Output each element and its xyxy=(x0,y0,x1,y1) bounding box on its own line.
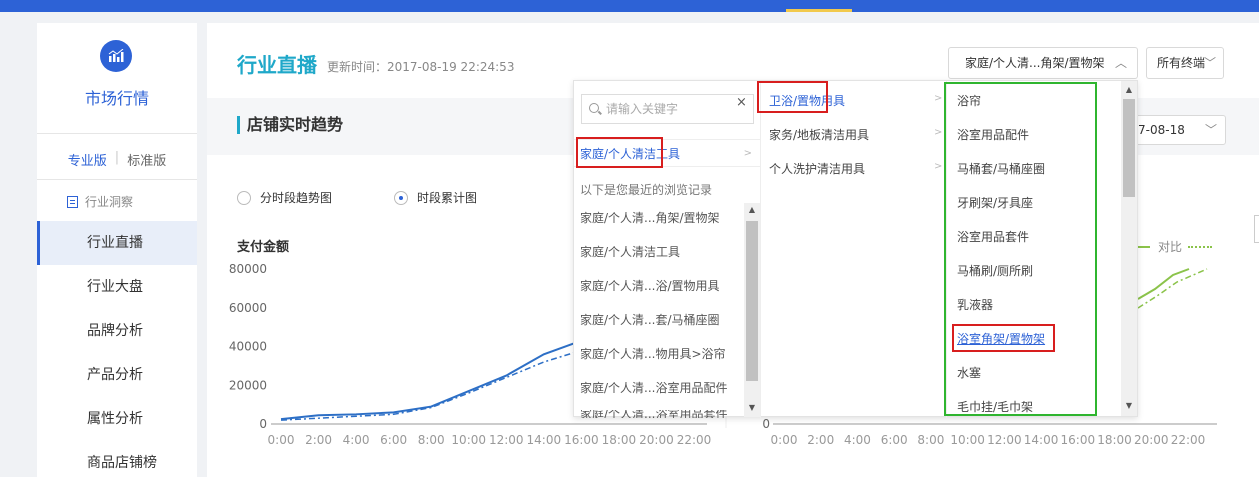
series-line-current-right xyxy=(1137,268,1190,300)
scroll-up-icon[interactable]: ▲ xyxy=(1121,85,1137,94)
clear-icon[interactable]: × xyxy=(736,95,747,110)
y-tick-label: 0 xyxy=(259,417,267,431)
recent-scrollbar[interactable]: ▲ ▼ xyxy=(744,203,760,417)
x-tick-label: 18:00 xyxy=(602,433,637,447)
x-tick-label: 0:00 xyxy=(771,433,798,447)
x-tick-label: 10:00 xyxy=(950,433,985,447)
level2-category-item[interactable]: 个人洗护清洁用具 xyxy=(769,160,865,177)
divider xyxy=(37,179,197,180)
x-tick-label: 10:00 xyxy=(451,433,486,447)
chevron-right-icon: > xyxy=(743,148,752,159)
level3-scrollbar[interactable]: ▲ ▼ xyxy=(1121,81,1137,416)
x-tick-label: 22:00 xyxy=(1171,433,1206,447)
version-pro-tab[interactable]: 专业版 xyxy=(68,150,107,169)
x-tick-label: 0:00 xyxy=(268,433,295,447)
dropdown-column-level2: 卫浴/置物用具 > 家务/地板清洁用具 > 个人洗护清洁用具 > xyxy=(762,81,944,418)
category-dropdown: 请输入关键字 × 家庭/个人清洁工具 > 以下是您最近的浏览记录 家庭/个人清.… xyxy=(573,80,1138,418)
sidebar: 市场行情 专业版 | 标准版 行业洞察 行业直播 行业大盘 品牌分析 产品分析 … xyxy=(37,23,197,477)
level2-category-item[interactable]: 家务/地板清洁用具 xyxy=(769,126,869,143)
x-tick-label: 2:00 xyxy=(305,433,332,447)
chevron-right-icon: > xyxy=(934,161,943,172)
top-nav-active-indicator xyxy=(786,9,852,12)
search-icon xyxy=(589,103,599,113)
category-search-input[interactable]: 请输入关键字 xyxy=(581,94,754,124)
chevron-right-icon: > xyxy=(934,93,943,104)
x-tick-label: 18:00 xyxy=(1097,433,1132,447)
y-tick-label: 80000 xyxy=(229,262,267,276)
x-tick-label: 6:00 xyxy=(881,433,908,447)
sidebar-item-product-analysis[interactable]: 产品分析 xyxy=(37,353,197,397)
x-tick-label: 2:00 xyxy=(807,433,834,447)
y-tick-label: 0 xyxy=(762,417,770,431)
top-nav-bar xyxy=(0,0,1259,12)
sidebar-item-shop-ranking[interactable]: 商品店铺榜 xyxy=(37,441,197,477)
x-tick-label: 22:00 xyxy=(677,433,712,447)
y-tick-label: 40000 xyxy=(229,340,267,354)
series-line-compare xyxy=(280,349,582,421)
building-icon xyxy=(67,195,78,208)
y-tick-label: 60000 xyxy=(229,301,267,315)
sidebar-group-label: 行业洞察 xyxy=(85,195,134,209)
scrollbar-thumb[interactable] xyxy=(1123,99,1135,197)
x-tick-label: 20:00 xyxy=(639,433,674,447)
recent-item[interactable]: 家庭/个人清洁工具 xyxy=(580,243,680,260)
dropdown-column-level1: 请输入关键字 × 家庭/个人清洁工具 > 以下是您最近的浏览记录 家庭/个人清.… xyxy=(574,81,761,418)
x-tick-label: 14:00 xyxy=(527,433,562,447)
search-placeholder: 请输入关键字 xyxy=(606,102,679,116)
panel-edge-tab[interactable] xyxy=(1254,215,1259,243)
recent-item[interactable]: 家庭/个人清...浴/置物用具 xyxy=(580,277,720,294)
recent-item[interactable]: 家庭/个人清...物用具>浴帘 xyxy=(580,345,726,362)
recent-item[interactable]: 家庭/个人清...浴室用品配件 xyxy=(580,379,728,396)
recent-item[interactable]: 家庭/个人清...套/马桶座圈 xyxy=(580,311,720,328)
x-tick-label: 14:00 xyxy=(1024,433,1059,447)
sidebar-group-industry-insight: 行业洞察 xyxy=(67,193,133,210)
version-standard-tab[interactable]: 标准版 xyxy=(127,150,166,169)
sidebar-title: 市场行情 xyxy=(84,89,149,108)
x-tick-label: 16:00 xyxy=(564,433,599,447)
x-tick-label: 16:00 xyxy=(1061,433,1096,447)
sidebar-item-attribute-analysis[interactable]: 属性分析 xyxy=(37,397,197,441)
chevron-right-icon: > xyxy=(934,127,943,138)
scroll-down-icon[interactable]: ▼ xyxy=(1121,401,1137,410)
sidebar-item-industry-live[interactable]: 行业直播 xyxy=(37,221,197,265)
highlight-box-level3-list xyxy=(944,82,1097,416)
x-tick-label: 4:00 xyxy=(343,433,370,447)
scrollbar-thumb[interactable] xyxy=(746,221,758,381)
x-tick-label: 8:00 xyxy=(917,433,944,447)
divider xyxy=(37,133,197,134)
recent-history-label: 以下是您最近的浏览记录 xyxy=(580,183,713,197)
y-tick-label: 20000 xyxy=(229,378,267,392)
x-tick-label: 12:00 xyxy=(489,433,524,447)
x-tick-label: 8:00 xyxy=(418,433,445,447)
sidebar-item-industry-overview[interactable]: 行业大盘 xyxy=(37,265,197,309)
x-tick-label: 4:00 xyxy=(844,433,871,447)
bar-chart-icon xyxy=(108,49,124,62)
version-separator: | xyxy=(114,150,120,165)
sidebar-item-brand-analysis[interactable]: 品牌分析 xyxy=(37,309,197,353)
highlight-box-level2 xyxy=(757,81,828,113)
x-tick-label: 20:00 xyxy=(1134,433,1169,447)
recent-item-label: 家庭/个人清...浴室用品套件 xyxy=(580,410,728,418)
scroll-up-icon[interactable]: ▲ xyxy=(744,205,760,214)
x-tick-label: 6:00 xyxy=(380,433,407,447)
highlight-box-level3-selected xyxy=(952,324,1055,352)
scroll-down-icon[interactable]: ▼ xyxy=(744,403,760,412)
highlight-box-level1 xyxy=(576,137,663,168)
recent-item[interactable]: 家庭/个人清...角架/置物架 xyxy=(580,209,720,226)
version-switch: 专业版 | 标准版 xyxy=(37,150,197,169)
market-chart-icon xyxy=(100,40,132,72)
x-tick-label: 12:00 xyxy=(987,433,1022,447)
recent-item[interactable]: 家庭/个人清...浴室用品套件 xyxy=(580,410,728,418)
